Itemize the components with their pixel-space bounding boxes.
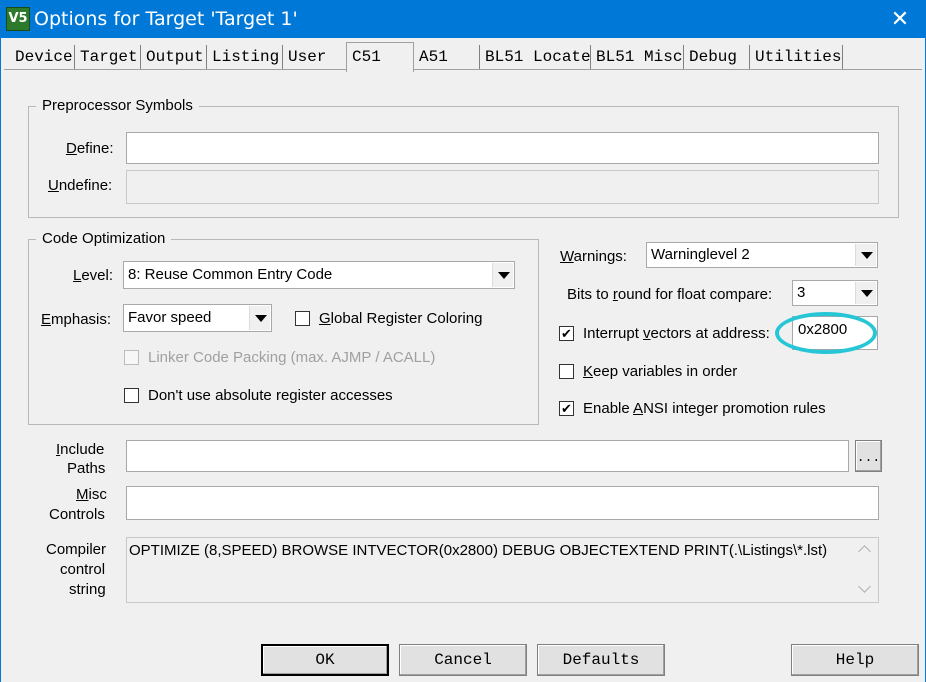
no-absolute-label: Don't use absolute register accesses <box>148 387 393 404</box>
include-paths-input[interactable] <box>126 440 849 472</box>
level-label: Level: <box>73 267 114 284</box>
help-button[interactable]: Help <box>791 644 919 676</box>
chevron-down-icon[interactable] <box>492 263 513 287</box>
chevron-down-icon[interactable] <box>855 244 876 266</box>
warnings-label: Warnings: <box>560 248 627 265</box>
tab-device[interactable]: Device <box>10 45 75 69</box>
tab-divider <box>4 69 922 70</box>
compiler-string-textarea[interactable]: OPTIMIZE (8,SPEED) BROWSE INTVECTOR(0x28… <box>126 537 879 603</box>
interrupt-vectors-checkbox[interactable]: ✔ <box>559 326 574 341</box>
misc-controls-label-line1: Misc <box>76 486 107 503</box>
linker-packing-checkbox[interactable] <box>124 350 139 365</box>
scroll-down-icon[interactable] <box>858 580 871 593</box>
scroll-up-icon[interactable] <box>858 545 871 558</box>
include-paths-label-line2: Paths <box>67 460 106 477</box>
tab-debug[interactable]: Debug <box>684 45 750 69</box>
tab-target[interactable]: Target <box>75 45 141 69</box>
window-border-left <box>0 38 1 682</box>
defaults-button[interactable]: Defaults <box>537 644 665 676</box>
tab-bl51-misc[interactable]: BL51 Misc <box>591 45 684 69</box>
misc-controls-label-line2: Controls <box>49 506 105 523</box>
define-input[interactable] <box>126 132 879 164</box>
bits-round-label: Bits to round for float compare: <box>567 286 773 303</box>
emphasis-label: Emphasis: <box>41 311 112 328</box>
app-icon: V5 <box>6 7 30 31</box>
tab-a51[interactable]: A51 <box>414 45 480 69</box>
level-select[interactable]: 8: Reuse Common Entry Code <box>123 261 515 289</box>
bits-round-select[interactable]: 3 <box>792 280 878 306</box>
global-register-label: Global Register Coloring <box>319 310 483 327</box>
tab-listing[interactable]: Listing <box>207 45 283 69</box>
compiler-string-scrollbar[interactable] <box>854 538 878 602</box>
tab-c51[interactable]: C51 <box>346 42 414 72</box>
preprocessor-title: Preprocessor Symbols <box>36 97 199 114</box>
define-label: Define: <box>66 140 114 157</box>
close-button[interactable]: ✕ <box>880 3 920 35</box>
tab-utilities[interactable]: Utilities <box>750 45 843 69</box>
compiler-string-label-line3: string <box>69 581 106 598</box>
optimization-title: Code Optimization <box>36 230 172 247</box>
tab-output[interactable]: Output <box>141 45 207 69</box>
interrupt-vectors-label: Interrupt vectors at address: <box>583 325 770 342</box>
ansi-promotion-checkbox[interactable]: ✔ <box>559 401 574 416</box>
chevron-down-icon[interactable] <box>249 306 270 330</box>
tab-user[interactable]: User <box>283 45 343 69</box>
chevron-down-icon[interactable] <box>855 282 876 304</box>
misc-controls-input[interactable] <box>126 486 879 520</box>
undefine-label: Undefine: <box>48 177 113 194</box>
tab-bl51-locate[interactable]: BL51 Locate <box>480 45 591 69</box>
undefine-input[interactable] <box>126 170 879 204</box>
ansi-promotion-label: Enable ANSI integer promotion rules <box>583 400 826 417</box>
warnings-select[interactable]: Warninglevel 2 <box>646 242 878 268</box>
highlight-circle-annotation <box>775 312 877 354</box>
global-register-checkbox[interactable] <box>295 311 310 326</box>
linker-packing-label: Linker Code Packing (max. AJMP / ACALL) <box>148 349 436 366</box>
compiler-string-label-line2: control <box>60 561 106 578</box>
keep-vars-label: Keep variables in order <box>583 363 738 380</box>
emphasis-select[interactable]: Favor speed <box>123 304 272 332</box>
keep-vars-checkbox[interactable] <box>559 364 574 379</box>
compiler-string-label-line1: Compiler <box>46 541 107 558</box>
browse-include-button[interactable]: ... <box>855 440 882 472</box>
cancel-button[interactable]: Cancel <box>399 644 527 676</box>
window-title: Options for Target 'Target 1' <box>34 8 298 30</box>
ok-button[interactable]: OK <box>261 644 389 676</box>
compiler-string-text: OPTIMIZE (8,SPEED) BROWSE INTVECTOR(0x28… <box>129 542 828 559</box>
no-absolute-checkbox[interactable] <box>124 388 139 403</box>
include-paths-label-line1: Include <box>56 441 105 458</box>
